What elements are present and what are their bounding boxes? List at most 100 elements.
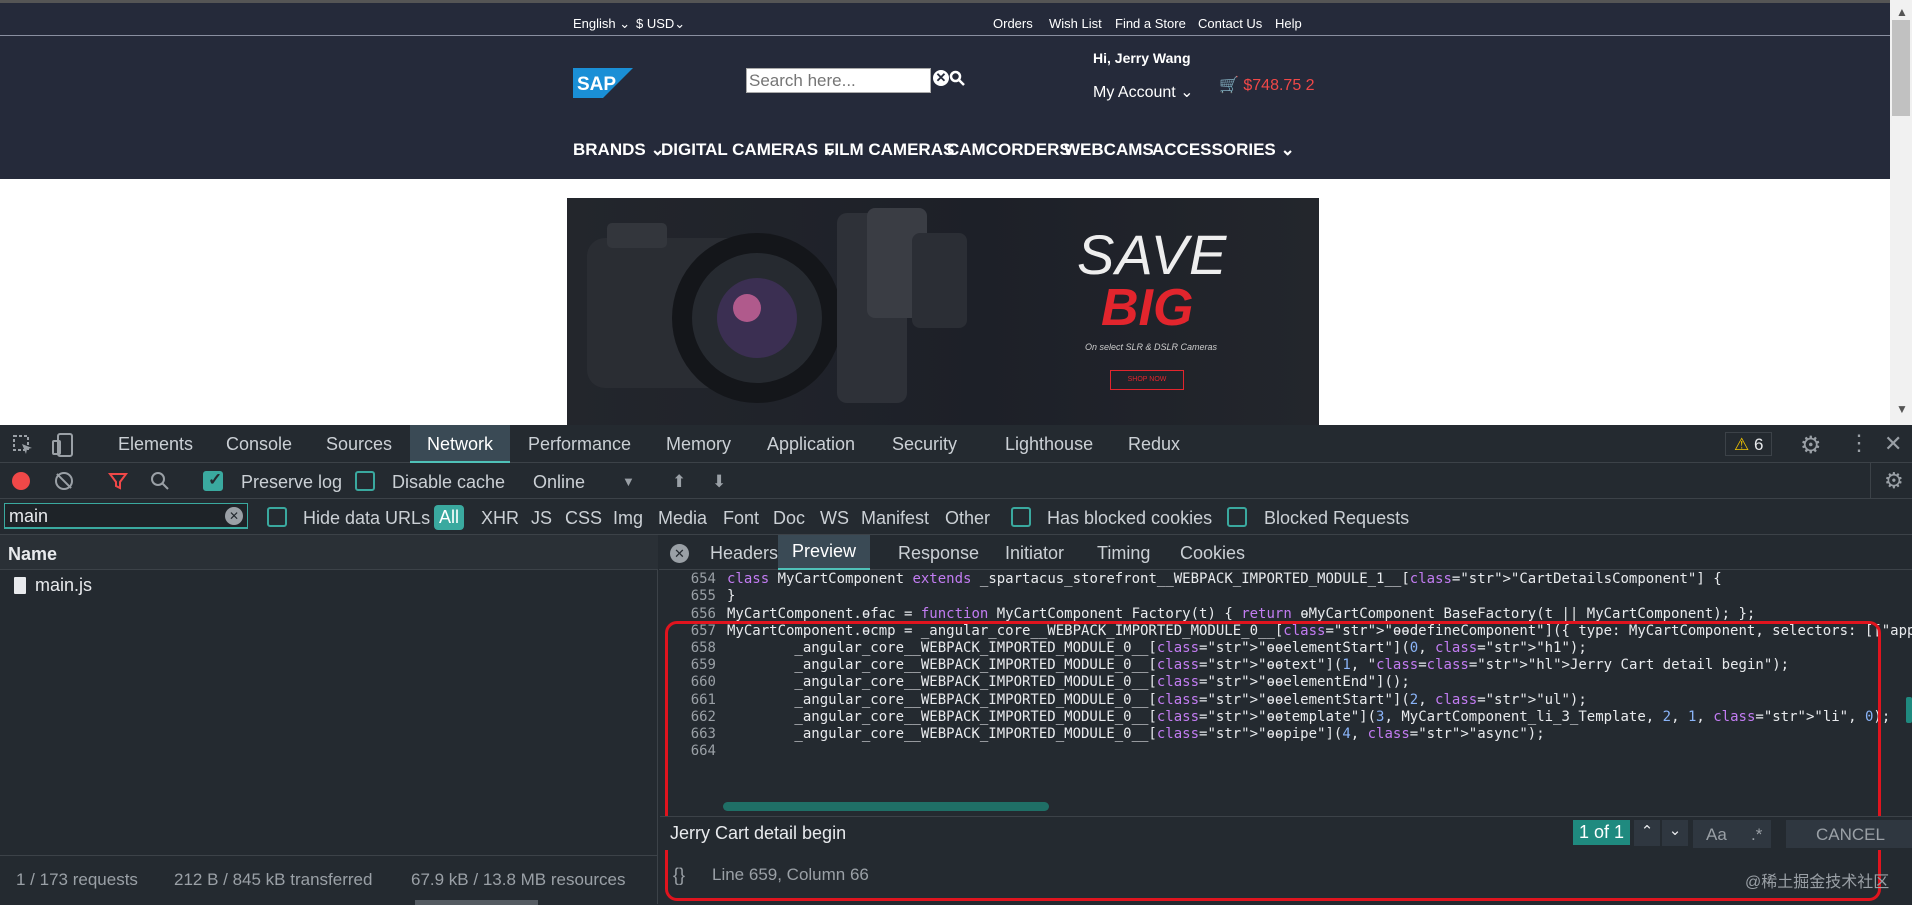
currency-select[interactable]: $ USD⌄ — [636, 16, 685, 32]
clear-search-icon[interactable]: ✕ — [933, 70, 949, 86]
nav-label: ACCESSORIES — [1152, 140, 1276, 159]
tab-sources[interactable]: Sources — [326, 425, 392, 463]
filter-type-ws[interactable]: WS — [820, 508, 849, 529]
filter-type-manifest[interactable]: Manifest — [861, 508, 929, 529]
tab-memory[interactable]: Memory — [666, 425, 731, 463]
cancel-button[interactable]: CANCEL — [1816, 825, 1885, 845]
name-column-header[interactable]: Name — [0, 535, 658, 570]
sap-logo[interactable]: SAP — [573, 68, 633, 98]
banner-subtitle: On select SLR & DSLR Cameras — [1085, 342, 1218, 352]
mini-cart[interactable]: 🛒 $748.75 2 — [1219, 75, 1315, 95]
tab-elements[interactable]: Elements — [118, 425, 193, 463]
clear-filter-icon[interactable]: ✕ — [225, 507, 243, 525]
shop-now-button[interactable]: SHOP NOW — [1110, 370, 1184, 390]
device-toolbar-icon[interactable] — [52, 433, 74, 462]
search-input[interactable] — [746, 68, 931, 93]
filter-icon[interactable] — [108, 471, 128, 496]
watermark: @稀土掘金技术社区 — [1745, 874, 1890, 891]
disable-cache-checkbox[interactable] — [355, 471, 375, 491]
filter-input[interactable]: main ✕ — [4, 503, 248, 529]
inspect-element-icon[interactable] — [12, 434, 34, 461]
tab-network[interactable]: Network — [410, 425, 510, 463]
record-icon[interactable] — [12, 472, 30, 490]
chevron-up-icon[interactable]: ⌃ — [1634, 820, 1660, 846]
detail-tab-headers[interactable]: Headers — [710, 543, 778, 564]
settings-gear-icon[interactable]: ⚙ — [1800, 431, 1822, 460]
warnings-badge[interactable]: ⚠ 6 — [1725, 432, 1773, 456]
hide-data-urls-checkbox[interactable] — [267, 507, 287, 527]
regex-toggle[interactable]: .* — [1751, 825, 1762, 845]
has-blocked-cookies-checkbox[interactable] — [1011, 507, 1031, 527]
filter-type-img[interactable]: Img — [613, 508, 643, 529]
cart-total: $748.75 — [1243, 77, 1302, 94]
tab-security[interactable]: Security — [892, 425, 957, 463]
filter-type-media[interactable]: Media — [658, 508, 707, 529]
wish-list-link[interactable]: Wish List — [1049, 16, 1102, 31]
webpage-viewport: English ⌄ $ USD⌄ Orders Wish List Find a… — [0, 0, 1912, 425]
filter-type-font[interactable]: Font — [723, 508, 759, 529]
detail-tab-preview[interactable]: Preview — [778, 535, 871, 570]
tab-application[interactable]: Application — [767, 425, 855, 463]
filter-type-doc[interactable]: Doc — [773, 508, 805, 529]
find-store-link[interactable]: Find a Store — [1115, 16, 1186, 31]
nav-webcams[interactable]: WEBCAMS — [1064, 140, 1154, 160]
blocked-requests-checkbox[interactable] — [1227, 507, 1247, 527]
chevron-down-icon[interactable]: ⌄ — [1662, 820, 1688, 846]
throttling-select[interactable]: Online — [533, 472, 585, 493]
tab-console[interactable]: Console — [226, 425, 292, 463]
table-row[interactable]: main.js — [0, 570, 658, 600]
orders-link[interactable]: Orders — [993, 16, 1033, 31]
import-har-icon[interactable]: ⬆ — [672, 472, 686, 492]
code-vertical-scroll-marker[interactable] — [1906, 697, 1912, 723]
name-header-label: Name — [8, 544, 58, 564]
nav-camcorders[interactable]: CAMCORDERS — [947, 140, 1071, 160]
nav-digital-cameras[interactable]: DIGITAL CAMERAS ⌄ — [661, 140, 837, 160]
horizontal-scrollbar-thumb[interactable] — [415, 900, 538, 905]
network-settings-gear-icon[interactable]: ⚙ — [1884, 468, 1904, 494]
help-link[interactable]: Help — [1275, 16, 1302, 31]
scrollbar-thumb[interactable] — [1892, 20, 1910, 116]
my-account-menu[interactable]: My Account ⌄ — [1093, 82, 1194, 102]
contact-us-link[interactable]: Contact Us — [1198, 16, 1262, 31]
filter-type-css[interactable]: CSS — [565, 508, 602, 529]
search-icon[interactable] — [949, 70, 965, 91]
nav-brands[interactable]: BRANDS ⌄ — [573, 140, 665, 160]
line-number: 664 — [690, 743, 716, 760]
pretty-print-icon[interactable]: {} — [673, 865, 685, 886]
more-options-icon[interactable]: ⋮ — [1848, 430, 1870, 456]
close-devtools-icon[interactable]: ✕ — [1884, 431, 1902, 457]
nav-film-cameras[interactable]: FILM CAMERAS — [824, 140, 954, 160]
detail-tab-timing[interactable]: Timing — [1097, 543, 1150, 564]
find-input[interactable]: Jerry Cart detail begin — [670, 823, 846, 844]
preserve-log-checkbox[interactable]: ✓ — [203, 470, 223, 491]
scroll-up-icon[interactable]: ▲ — [1896, 5, 1908, 19]
cursor-position: Line 659, Column 66 — [712, 865, 869, 884]
detail-tab-cookies[interactable]: Cookies — [1180, 543, 1245, 564]
close-detail-icon[interactable]: ✕ — [670, 544, 689, 563]
page-scrollbar[interactable]: ▲ ▼ — [1890, 0, 1912, 425]
chevron-down-icon: ⌄ — [1280, 140, 1295, 159]
filter-type-other[interactable]: Other — [945, 508, 990, 529]
detail-tab-initiator[interactable]: Initiator — [1005, 543, 1064, 564]
filter-type-xhr[interactable]: XHR — [481, 508, 519, 529]
blocked-requests-label: Blocked Requests — [1264, 508, 1410, 528]
currency-label: $ USD — [636, 16, 675, 31]
match-case-toggle[interactable]: Aa — [1706, 825, 1727, 845]
clear-log-icon[interactable] — [55, 472, 73, 490]
nav-accessories[interactable]: ACCESSORIES ⌄ — [1152, 140, 1295, 160]
scroll-down-icon[interactable]: ▼ — [1896, 402, 1908, 416]
detail-tab-response[interactable]: Response — [898, 543, 979, 564]
tab-performance[interactable]: Performance — [528, 425, 631, 463]
code-horizontal-scrollbar-thumb[interactable] — [723, 802, 1049, 811]
top-bar: English ⌄ $ USD⌄ Orders Wish List Find a… — [0, 3, 1890, 36]
match-count: 1 of 1 — [1573, 820, 1631, 845]
search-icon[interactable] — [150, 471, 170, 496]
chevron-down-icon: ⌄ — [619, 16, 631, 31]
tab-lighthouse[interactable]: Lighthouse — [1005, 425, 1093, 463]
tab-redux[interactable]: Redux — [1128, 425, 1180, 463]
language-select[interactable]: English ⌄ — [573, 16, 630, 32]
filter-type-js[interactable]: JS — [531, 508, 552, 529]
filter-type-all[interactable]: All — [434, 505, 465, 530]
export-har-icon[interactable]: ⬇ — [712, 472, 726, 492]
promo-banner[interactable]: SAVE BIG On select SLR & DSLR Cameras SH… — [567, 198, 1319, 425]
